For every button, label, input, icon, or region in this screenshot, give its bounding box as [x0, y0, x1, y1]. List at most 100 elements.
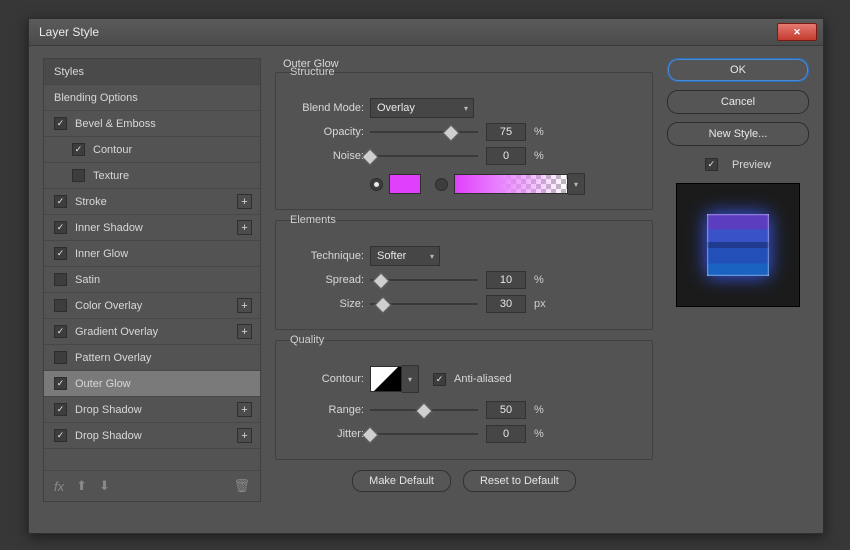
style-checkbox[interactable] [54, 273, 67, 286]
style-row[interactable]: Gradient Overlay+ [44, 319, 260, 345]
add-effect-icon[interactable]: + [237, 428, 252, 443]
spread-slider[interactable] [370, 273, 478, 287]
size-unit: px [534, 298, 546, 310]
style-checkbox[interactable] [54, 221, 67, 234]
blend-mode-dropdown[interactable]: Overlay ▾ [370, 98, 474, 118]
blend-mode-value: Overlay [377, 102, 415, 114]
style-row[interactable]: Pattern Overlay [44, 345, 260, 371]
cancel-button[interactable]: Cancel [667, 90, 809, 114]
make-default-button[interactable]: Make Default [352, 470, 451, 492]
styles-header-row[interactable]: Styles [44, 59, 260, 85]
opacity-label: Opacity: [290, 126, 370, 138]
style-checkbox[interactable] [54, 429, 67, 442]
style-checkbox[interactable] [72, 169, 85, 182]
preview-checkbox[interactable] [705, 158, 718, 171]
style-checkbox[interactable] [54, 299, 67, 312]
style-row[interactable]: Stroke+ [44, 189, 260, 215]
size-slider[interactable] [370, 297, 478, 311]
style-label: Inner Glow [75, 248, 252, 260]
range-slider[interactable] [370, 403, 478, 417]
style-row[interactable]: Bevel & Emboss [44, 111, 260, 137]
fx-icon[interactable]: fx [54, 479, 64, 494]
dialog-buttons: OK Cancel New Style... Preview [667, 58, 809, 502]
contour-dropdown[interactable]: ▾ [402, 365, 419, 393]
style-checkbox[interactable] [72, 143, 85, 156]
add-effect-icon[interactable]: + [237, 402, 252, 417]
layer-style-dialog: Layer Style ✕ Styles Blending Options Bev… [28, 18, 824, 534]
close-icon: ✕ [793, 27, 801, 38]
jitter-label: Jitter: [290, 428, 370, 440]
style-row[interactable]: Drop Shadow+ [44, 397, 260, 423]
noise-slider[interactable] [370, 149, 478, 163]
add-effect-icon[interactable]: + [237, 298, 252, 313]
style-row[interactable]: Blending Options [44, 85, 260, 111]
range-unit: % [534, 404, 544, 416]
titlebar[interactable]: Layer Style ✕ [29, 19, 823, 46]
trash-icon[interactable]: 🗑 [233, 478, 250, 494]
spread-label: Spread: [290, 274, 370, 286]
contour-picker[interactable] [370, 366, 402, 392]
style-checkbox[interactable] [54, 117, 67, 130]
preview-box [676, 183, 800, 307]
antialias-checkbox[interactable] [433, 373, 446, 386]
settings-panel: Outer Glow Structure Blend Mode: Overlay… [273, 58, 655, 502]
jitter-slider[interactable] [370, 427, 478, 441]
gradient-dropdown[interactable]: ▾ [568, 173, 585, 195]
style-row[interactable]: Inner Shadow+ [44, 215, 260, 241]
style-label: Gradient Overlay [75, 326, 237, 338]
add-effect-icon[interactable]: + [237, 220, 252, 235]
style-row[interactable]: Outer Glow [44, 371, 260, 397]
style-label: Bevel & Emboss [75, 118, 252, 130]
antialias-label: Anti-aliased [454, 373, 511, 385]
range-label: Range: [290, 404, 370, 416]
style-checkbox[interactable] [54, 325, 67, 338]
quality-fieldset: Quality Contour: ▾ Anti-aliased Range: 5… [275, 340, 653, 460]
new-style-button[interactable]: New Style... [667, 122, 809, 146]
arrow-up-icon[interactable]: ⬆ [76, 478, 87, 494]
style-row[interactable]: Contour [44, 137, 260, 163]
gradient-swatch[interactable] [454, 174, 568, 194]
contour-label: Contour: [290, 373, 370, 385]
panel-title: Outer Glow [283, 58, 655, 70]
style-label: Stroke [75, 196, 237, 208]
style-checkbox[interactable] [54, 195, 67, 208]
noise-label: Noise: [290, 150, 370, 162]
style-label: Texture [93, 170, 252, 182]
close-button[interactable]: ✕ [777, 23, 817, 41]
style-checkbox[interactable] [54, 377, 67, 390]
spread-unit: % [534, 274, 544, 286]
color-swatch[interactable] [389, 174, 421, 194]
style-row[interactable]: Inner Glow [44, 241, 260, 267]
styles-list: Styles Blending Options Bevel & Emboss Con… [43, 58, 261, 502]
jitter-value[interactable]: 0 [486, 425, 526, 443]
add-effect-icon[interactable]: + [237, 194, 252, 209]
reset-default-button[interactable]: Reset to Default [463, 470, 576, 492]
size-value[interactable]: 30 [486, 295, 526, 313]
color-type-solid-radio[interactable] [370, 178, 383, 191]
spread-value[interactable]: 10 [486, 271, 526, 289]
technique-dropdown[interactable]: Softer ▾ [370, 246, 440, 266]
add-effect-icon[interactable]: + [237, 324, 252, 339]
ok-button[interactable]: OK [667, 58, 809, 82]
style-row[interactable]: Drop Shadow+ [44, 423, 260, 449]
range-value[interactable]: 50 [486, 401, 526, 419]
opacity-value[interactable]: 75 [486, 123, 526, 141]
styles-footer: fx ⬆ ⬇ 🗑 [44, 470, 260, 501]
style-label: Blending Options [54, 92, 252, 104]
noise-value[interactable]: 0 [486, 147, 526, 165]
chevron-down-icon: ▾ [464, 104, 468, 113]
arrow-down-icon[interactable]: ⬇ [99, 478, 110, 494]
style-row[interactable]: Texture [44, 163, 260, 189]
style-label: Outer Glow [75, 378, 252, 390]
color-type-gradient-radio[interactable] [435, 178, 448, 191]
technique-label: Technique: [290, 250, 370, 262]
style-row[interactable]: Color Overlay+ [44, 293, 260, 319]
style-checkbox[interactable] [54, 247, 67, 260]
dialog-title: Layer Style [39, 25, 99, 39]
style-checkbox[interactable] [54, 403, 67, 416]
technique-value: Softer [377, 250, 406, 262]
opacity-slider[interactable] [370, 125, 478, 139]
style-row[interactable]: Satin [44, 267, 260, 293]
style-label: Drop Shadow [75, 430, 237, 442]
style-checkbox[interactable] [54, 351, 67, 364]
